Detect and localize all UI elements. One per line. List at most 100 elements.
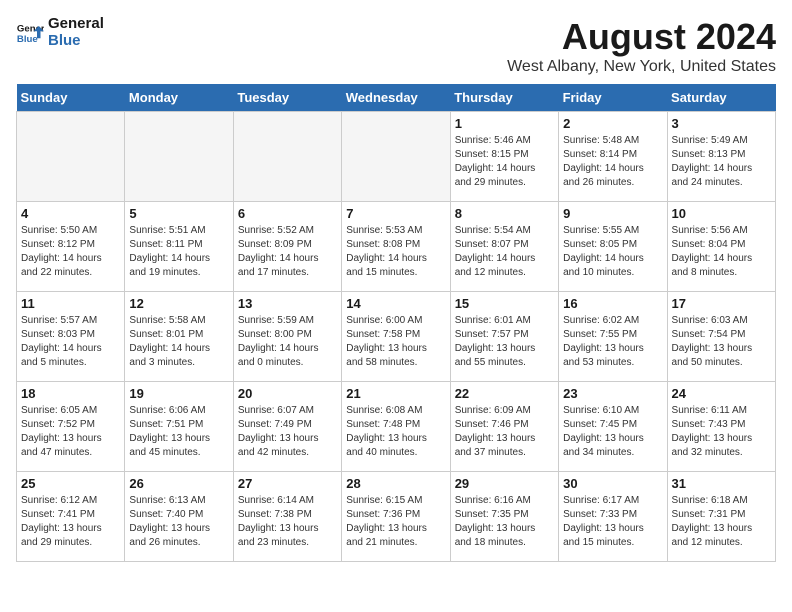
logo-text-general: General (48, 16, 104, 33)
day-number: 8 (455, 206, 554, 221)
day-number: 3 (672, 116, 771, 131)
calendar-cell: 5 Sunrise: 5:51 AM Sunset: 8:11 PM Daylig… (125, 202, 233, 292)
calendar-cell: 1Sunrise: 5:46 AM Sunset: 8:15 PM Daylig… (450, 112, 558, 202)
calendar-cell: 12 Sunrise: 5:58 AM Sunset: 8:01 PM Dayli… (125, 292, 233, 382)
day-info: Sunrise: 6:08 AM Sunset: 7:48 PM Dayligh… (346, 404, 445, 460)
calendar-cell: 23 Sunrise: 6:10 AM Sunset: 7:45 PM Dayli… (559, 382, 667, 472)
day-info: Sunrise: 6:03 AM Sunset: 7:54 PM Dayligh… (672, 314, 771, 370)
calendar-cell (342, 112, 450, 202)
day-info: Sunrise: 5:57 AM Sunset: 8:03 PM Dayligh… (21, 314, 120, 370)
day-number: 2 (563, 116, 662, 131)
day-info: Sunrise: 5:56 AM Sunset: 8:04 PM Dayligh… (672, 224, 771, 280)
day-number: 20 (238, 386, 337, 401)
calendar-cell: 29Sunrise: 6:16 AM Sunset: 7:35 PM Dayli… (450, 472, 558, 562)
day-info: Sunrise: 5:55 AM Sunset: 8:05 PM Dayligh… (563, 224, 662, 280)
day-number: 25 (21, 476, 120, 491)
svg-text:Blue: Blue (17, 33, 38, 44)
calendar-cell: 15Sunrise: 6:01 AM Sunset: 7:57 PM Dayli… (450, 292, 558, 382)
day-number: 5 (129, 206, 228, 221)
calendar-week-4: 18 Sunrise: 6:05 AM Sunset: 7:52 PM Dayli… (17, 382, 776, 472)
day-number: 27 (238, 476, 337, 491)
day-info: Sunrise: 6:10 AM Sunset: 7:45 PM Dayligh… (563, 404, 662, 460)
day-number: 19 (129, 386, 228, 401)
day-number: 30 (563, 476, 662, 491)
day-info: Sunrise: 5:46 AM Sunset: 8:15 PM Dayligh… (455, 134, 554, 190)
day-number: 14 (346, 296, 445, 311)
weekday-header-friday: Friday (559, 84, 667, 112)
day-info: Sunrise: 5:50 AM Sunset: 8:12 PM Dayligh… (21, 224, 120, 280)
weekday-header-monday: Monday (125, 84, 233, 112)
day-number: 24 (672, 386, 771, 401)
calendar-cell: 27 Sunrise: 6:14 AM Sunset: 7:38 PM Dayli… (233, 472, 341, 562)
day-number: 28 (346, 476, 445, 491)
day-number: 7 (346, 206, 445, 221)
calendar-cell: 11 Sunrise: 5:57 AM Sunset: 8:03 PM Dayli… (17, 292, 125, 382)
calendar-cell: 31 Sunrise: 6:18 AM Sunset: 7:31 PM Dayli… (667, 472, 775, 562)
day-number: 23 (563, 386, 662, 401)
calendar-cell (233, 112, 341, 202)
logo-text-blue: Blue (48, 33, 104, 50)
day-number: 13 (238, 296, 337, 311)
calendar-cell: 7 Sunrise: 5:53 AM Sunset: 8:08 PM Daylig… (342, 202, 450, 292)
page-header: General Blue General Blue August 2024 We… (16, 16, 776, 76)
day-info: Sunrise: 5:51 AM Sunset: 8:11 PM Dayligh… (129, 224, 228, 280)
day-number: 22 (455, 386, 554, 401)
day-info: Sunrise: 6:18 AM Sunset: 7:31 PM Dayligh… (672, 494, 771, 550)
day-info: Sunrise: 6:00 AM Sunset: 7:58 PM Dayligh… (346, 314, 445, 370)
weekday-header-tuesday: Tuesday (233, 84, 341, 112)
day-number: 17 (672, 296, 771, 311)
day-number: 6 (238, 206, 337, 221)
day-number: 18 (21, 386, 120, 401)
day-number: 12 (129, 296, 228, 311)
calendar-week-1: 1Sunrise: 5:46 AM Sunset: 8:15 PM Daylig… (17, 112, 776, 202)
day-info: Sunrise: 5:52 AM Sunset: 8:09 PM Dayligh… (238, 224, 337, 280)
calendar-cell (17, 112, 125, 202)
calendar-cell: 17 Sunrise: 6:03 AM Sunset: 7:54 PM Dayli… (667, 292, 775, 382)
calendar-cell: 13Sunrise: 5:59 AM Sunset: 8:00 PM Dayli… (233, 292, 341, 382)
day-info: Sunrise: 5:48 AM Sunset: 8:14 PM Dayligh… (563, 134, 662, 190)
calendar-cell: 22 Sunrise: 6:09 AM Sunset: 7:46 PM Dayli… (450, 382, 558, 472)
day-number: 31 (672, 476, 771, 491)
calendar-week-2: 4Sunrise: 5:50 AM Sunset: 8:12 PM Daylig… (17, 202, 776, 292)
calendar-cell: 2 Sunrise: 5:48 AM Sunset: 8:14 PM Daylig… (559, 112, 667, 202)
day-info: Sunrise: 6:09 AM Sunset: 7:46 PM Dayligh… (455, 404, 554, 460)
weekday-header-sunday: Sunday (17, 84, 125, 112)
month-title: August 2024 (507, 16, 776, 58)
day-number: 16 (563, 296, 662, 311)
day-info: Sunrise: 6:05 AM Sunset: 7:52 PM Dayligh… (21, 404, 120, 460)
calendar-cell: 30 Sunrise: 6:17 AM Sunset: 7:33 PM Dayli… (559, 472, 667, 562)
day-info: Sunrise: 6:11 AM Sunset: 7:43 PM Dayligh… (672, 404, 771, 460)
weekday-header-row: SundayMondayTuesdayWednesdayThursdayFrid… (17, 84, 776, 112)
day-number: 9 (563, 206, 662, 221)
day-info: Sunrise: 6:16 AM Sunset: 7:35 PM Dayligh… (455, 494, 554, 550)
day-number: 11 (21, 296, 120, 311)
calendar-cell: 18 Sunrise: 6:05 AM Sunset: 7:52 PM Dayli… (17, 382, 125, 472)
calendar-cell: 14 Sunrise: 6:00 AM Sunset: 7:58 PM Dayli… (342, 292, 450, 382)
weekday-header-thursday: Thursday (450, 84, 558, 112)
day-info: Sunrise: 6:06 AM Sunset: 7:51 PM Dayligh… (129, 404, 228, 460)
day-info: Sunrise: 5:54 AM Sunset: 8:07 PM Dayligh… (455, 224, 554, 280)
day-info: Sunrise: 5:49 AM Sunset: 8:13 PM Dayligh… (672, 134, 771, 190)
calendar-cell: 21Sunrise: 6:08 AM Sunset: 7:48 PM Dayli… (342, 382, 450, 472)
calendar-cell: 20Sunrise: 6:07 AM Sunset: 7:49 PM Dayli… (233, 382, 341, 472)
calendar-cell (125, 112, 233, 202)
day-info: Sunrise: 6:17 AM Sunset: 7:33 PM Dayligh… (563, 494, 662, 550)
calendar-cell: 10 Sunrise: 5:56 AM Sunset: 8:04 PM Dayli… (667, 202, 775, 292)
calendar-cell: 4Sunrise: 5:50 AM Sunset: 8:12 PM Daylig… (17, 202, 125, 292)
title-block: August 2024 West Albany, New York, Unite… (507, 16, 776, 76)
calendar-cell: 19 Sunrise: 6:06 AM Sunset: 7:51 PM Dayli… (125, 382, 233, 472)
day-info: Sunrise: 5:58 AM Sunset: 8:01 PM Dayligh… (129, 314, 228, 370)
calendar-cell: 26Sunrise: 6:13 AM Sunset: 7:40 PM Dayli… (125, 472, 233, 562)
calendar-cell: 6 Sunrise: 5:52 AM Sunset: 8:09 PM Daylig… (233, 202, 341, 292)
logo: General Blue General Blue (16, 16, 104, 49)
day-info: Sunrise: 6:01 AM Sunset: 7:57 PM Dayligh… (455, 314, 554, 370)
day-number: 10 (672, 206, 771, 221)
weekday-header-saturday: Saturday (667, 84, 775, 112)
day-info: Sunrise: 6:12 AM Sunset: 7:41 PM Dayligh… (21, 494, 120, 550)
calendar-week-3: 11 Sunrise: 5:57 AM Sunset: 8:03 PM Dayli… (17, 292, 776, 382)
day-info: Sunrise: 6:14 AM Sunset: 7:38 PM Dayligh… (238, 494, 337, 550)
logo-icon: General Blue (16, 19, 44, 47)
day-info: Sunrise: 6:02 AM Sunset: 7:55 PM Dayligh… (563, 314, 662, 370)
day-info: Sunrise: 5:53 AM Sunset: 8:08 PM Dayligh… (346, 224, 445, 280)
location: West Albany, New York, United States (507, 58, 776, 76)
